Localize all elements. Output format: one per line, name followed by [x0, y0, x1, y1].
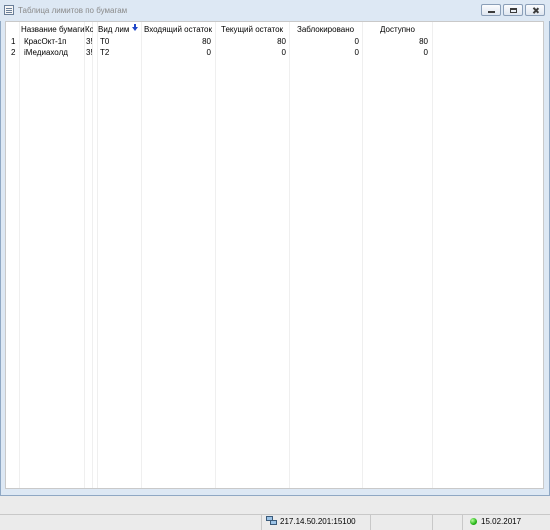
- status-bar-separator: [462, 514, 463, 530]
- status-bar-separator: [261, 514, 262, 530]
- blocked-cell: 0: [354, 48, 359, 57]
- incoming-balance-cell: 0: [206, 48, 211, 57]
- column-divider: [84, 22, 85, 488]
- status-bar-separator: [432, 514, 433, 530]
- minimize-button[interactable]: [481, 4, 501, 16]
- table-header: Название бумаги Ко Вид лим Входящий оста…: [6, 24, 543, 36]
- column-header-current-balance[interactable]: Текущий остаток: [221, 24, 291, 36]
- column-divider: [289, 22, 290, 488]
- column-divider: [215, 22, 216, 488]
- sort-descending-icon: [132, 24, 138, 31]
- column-header-limit-type[interactable]: Вид лим: [98, 24, 132, 36]
- window-titlebar[interactable]: Таблица лимитов по бумагам: [0, 0, 550, 21]
- column-divider: [432, 22, 433, 488]
- close-icon: [532, 8, 539, 13]
- column-divider: [141, 22, 142, 488]
- minimize-icon: [488, 8, 495, 13]
- column-divider: [19, 22, 20, 488]
- maximize-icon: [510, 8, 517, 13]
- close-button[interactable]: [525, 4, 545, 16]
- status-bar-separator: [370, 514, 371, 530]
- code-cell: 35.: [86, 48, 92, 57]
- security-name-cell: iМедиахолд: [24, 48, 68, 57]
- column-header-name[interactable]: Название бумаги: [21, 24, 85, 36]
- status-bar: 217.14.50.201:15100 15.02.2017: [0, 496, 550, 530]
- limit-type-cell: T2: [100, 48, 110, 57]
- column-divider: [92, 22, 93, 488]
- status-date: 15.02.2017: [481, 517, 522, 526]
- table-row[interactable]: 2 iМедиахолд 35. T2 0 0 0 0: [6, 47, 543, 59]
- column-divider: [362, 22, 363, 488]
- limits-table[interactable]: Название бумаги Ко Вид лим Входящий оста…: [5, 21, 544, 489]
- column-header-code[interactable]: Ко: [85, 24, 93, 36]
- column-header-incoming-balance[interactable]: Входящий остаток: [144, 24, 216, 36]
- column-divider: [97, 22, 98, 488]
- status-bar-divider: [0, 514, 550, 515]
- maximize-button[interactable]: [503, 4, 523, 16]
- row-number: 2: [11, 48, 16, 57]
- column-header-blocked[interactable]: Заблокировано: [297, 24, 363, 36]
- column-header-available[interactable]: Доступно: [380, 24, 430, 36]
- connection-status-icon: [470, 518, 477, 525]
- network-connection-icon: [266, 516, 277, 526]
- current-balance-cell: 0: [281, 48, 286, 57]
- connection-address: 217.14.50.201:15100: [280, 517, 356, 526]
- window-controls: [481, 4, 545, 16]
- table-icon: [4, 5, 14, 15]
- window-title: Таблица лимитов по бумагам: [18, 6, 128, 15]
- available-cell: 0: [423, 48, 428, 57]
